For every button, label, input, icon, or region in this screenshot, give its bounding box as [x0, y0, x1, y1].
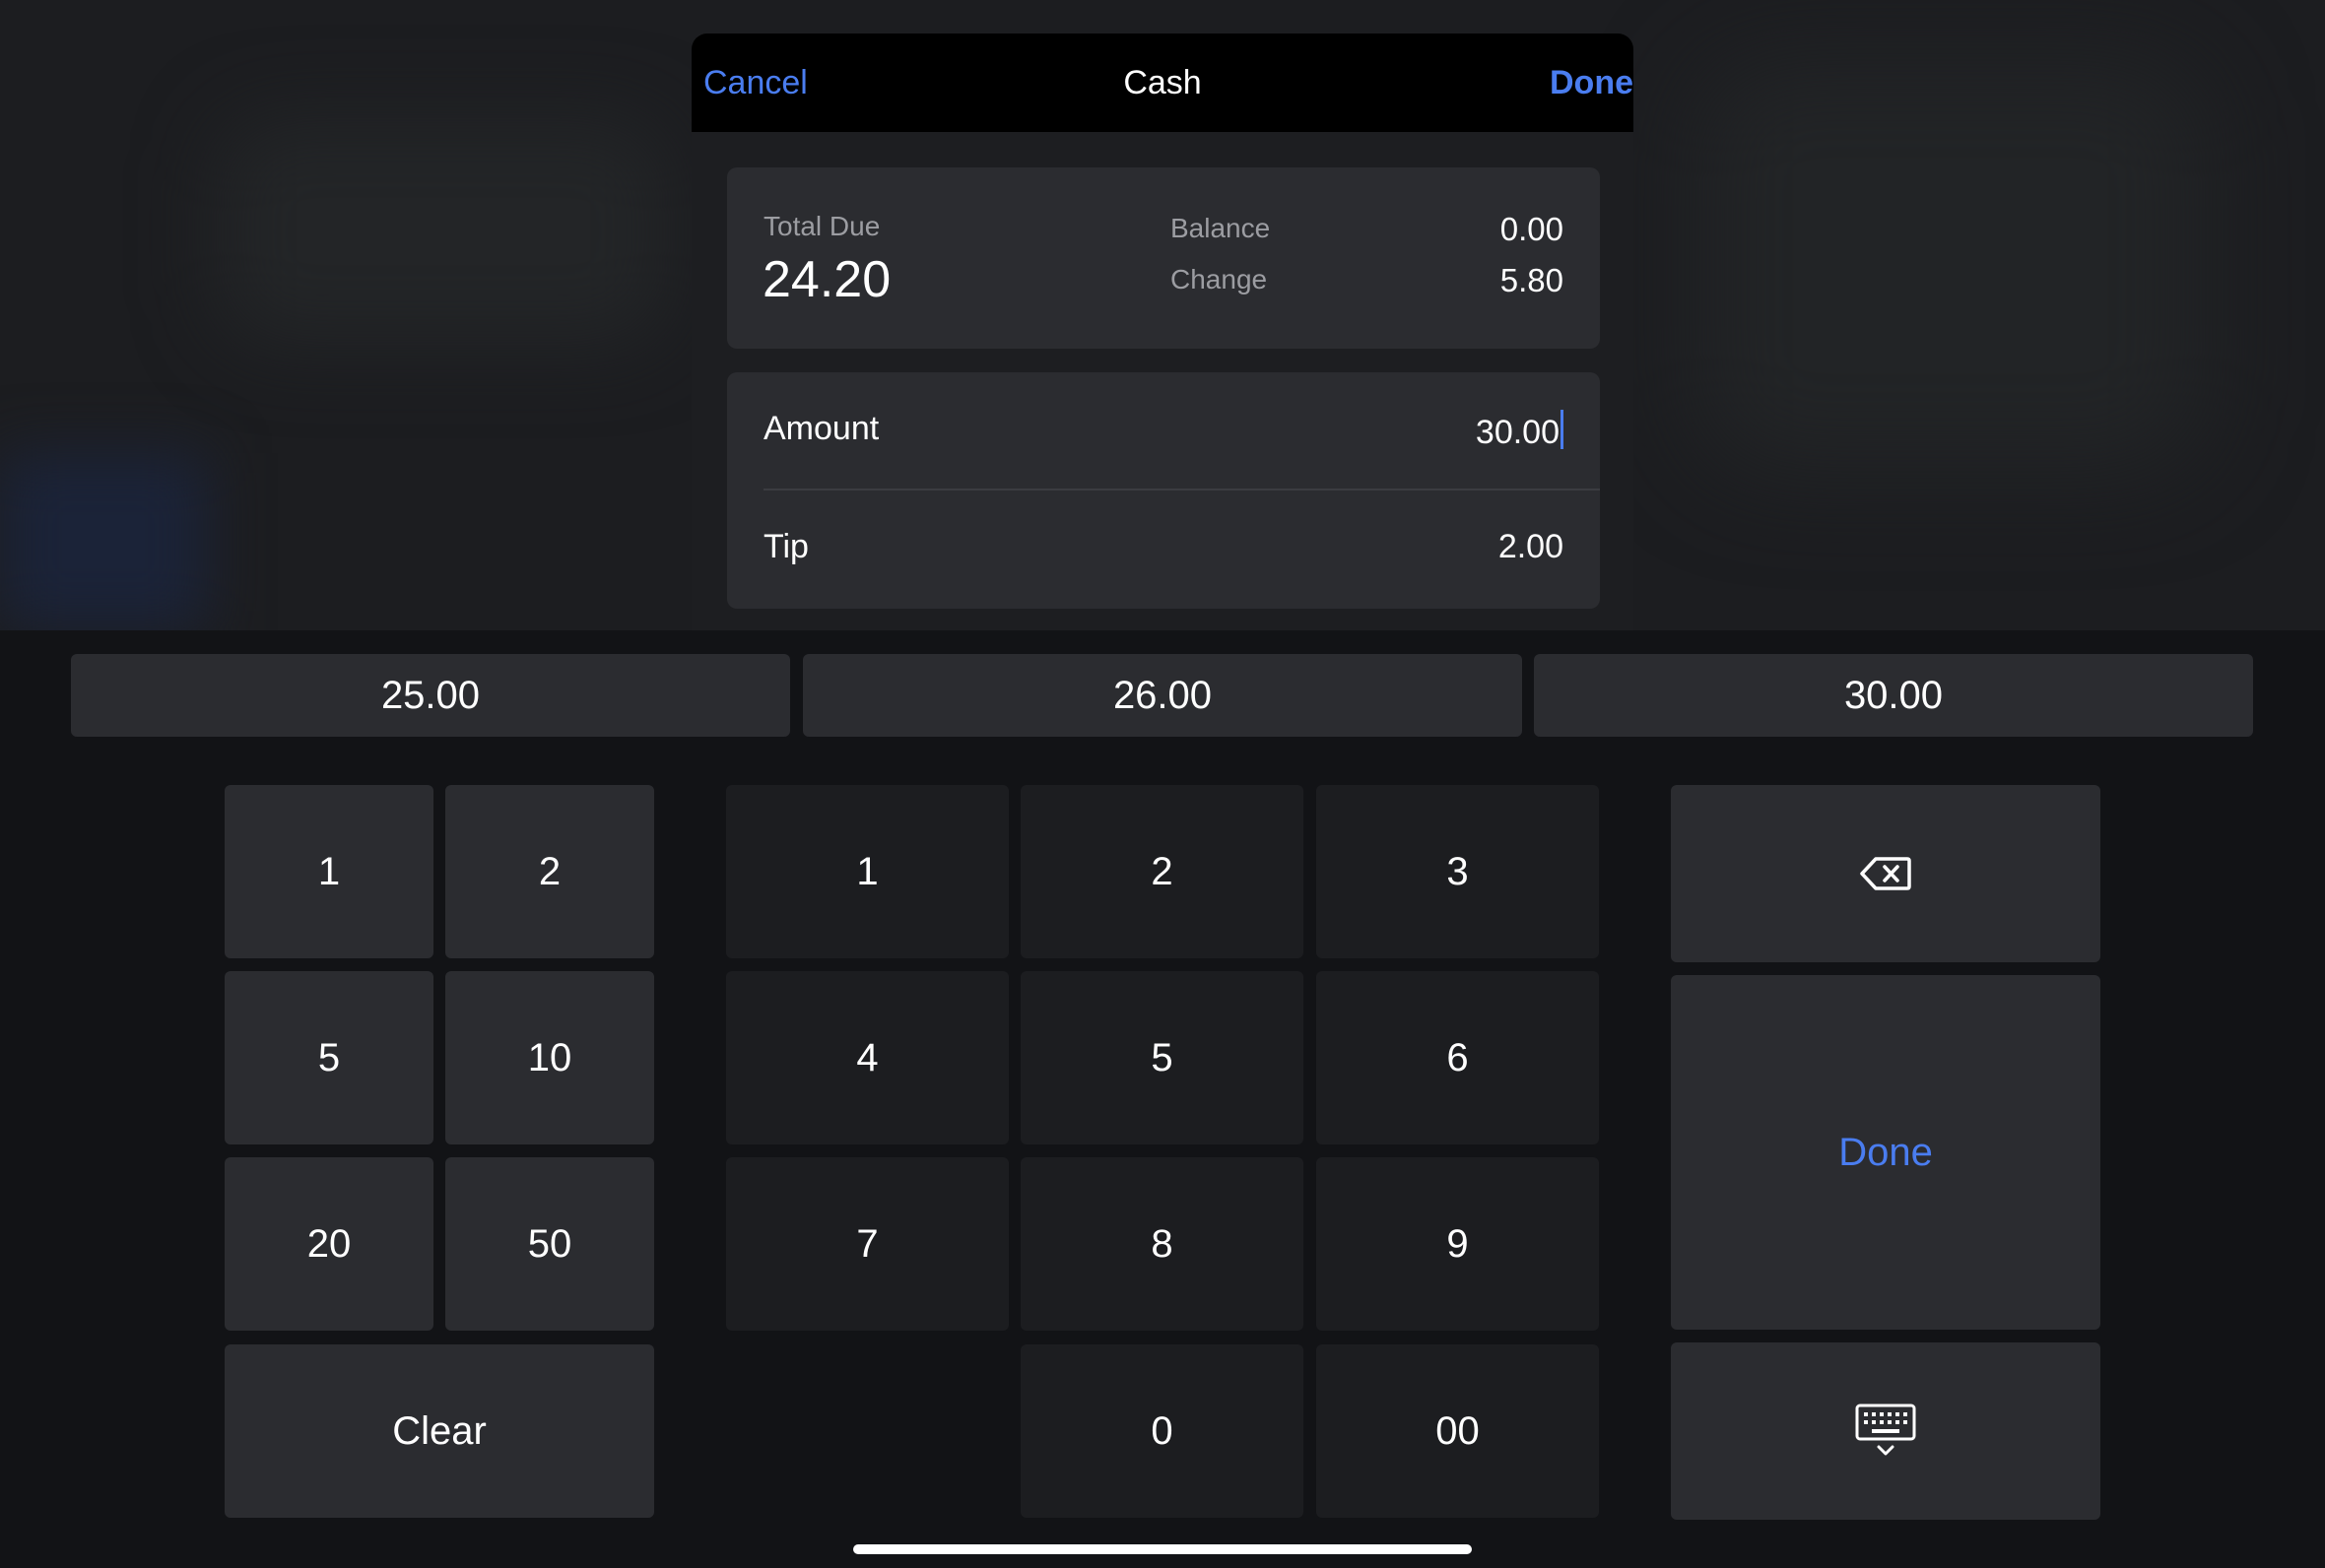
denomination-key-2[interactable]: 2	[445, 785, 654, 958]
background-blur	[0, 453, 207, 630]
text-cursor	[1561, 410, 1563, 449]
balance-label: Balance	[1170, 213, 1271, 243]
tip-field[interactable]: Tip 2.00	[727, 490, 1600, 607]
quick-amount-button[interactable]: 30.00	[1534, 654, 2253, 737]
payment-fields-card: Amount 30.00 Tip 2.00	[727, 372, 1600, 609]
cash-payment-sheet: Cancel Cash Done Total Due 24.20 Balance…	[692, 33, 1633, 630]
keypad-done-key[interactable]: Done	[1671, 975, 2100, 1330]
total-due-label: Total Due	[764, 211, 881, 241]
digit-key-3[interactable]: 3	[1316, 785, 1599, 958]
digit-key-8[interactable]: 8	[1021, 1157, 1303, 1331]
denomination-key-5[interactable]: 5	[225, 971, 433, 1144]
digit-key-0[interactable]: 0	[1021, 1344, 1303, 1518]
total-due-value: 24.20	[763, 251, 892, 308]
amount-field[interactable]: Amount 30.00	[727, 372, 1600, 490]
amount-value: 30.00	[1475, 414, 1560, 451]
digit-key-7[interactable]: 7	[726, 1157, 1009, 1331]
amount-label: Amount	[764, 410, 880, 447]
digit-key-6[interactable]: 6	[1316, 971, 1599, 1144]
quick-amount-button[interactable]: 26.00	[803, 654, 1522, 737]
done-button[interactable]: Done	[1550, 61, 1633, 104]
cash-keypad: 25.00 26.00 30.00 1 2 5 10 20 50 Clear 1…	[0, 630, 2325, 1568]
clear-key[interactable]: Clear	[225, 1344, 654, 1518]
denomination-key-1[interactable]: 1	[225, 785, 433, 958]
home-indicator[interactable]	[853, 1544, 1472, 1554]
denomination-key-20[interactable]: 20	[225, 1157, 433, 1331]
sheet-header: Cancel Cash Done	[692, 33, 1633, 132]
tip-label: Tip	[764, 528, 809, 565]
tip-input[interactable]: 2.00	[1498, 528, 1563, 566]
background-blur	[1694, 59, 2207, 473]
payment-summary-card: Total Due 24.20 Balance 0.00 Change 5.80	[727, 167, 1600, 349]
digit-key-9[interactable]: 9	[1316, 1157, 1599, 1331]
change-label: Change	[1170, 264, 1268, 294]
amount-input[interactable]: 30.00	[1476, 410, 1563, 452]
dismiss-keyboard-key[interactable]	[1671, 1342, 2100, 1520]
sheet-title: Cash	[1123, 64, 1202, 101]
quick-amount-button[interactable]: 25.00	[71, 654, 790, 737]
balance-value: 0.00	[1499, 211, 1563, 247]
keyboard-dismiss-icon	[1855, 1404, 1916, 1456]
digit-key-2[interactable]: 2	[1021, 785, 1303, 958]
background-blur	[217, 118, 670, 345]
change-value: 5.80	[1499, 262, 1563, 298]
delete-left-icon	[1860, 857, 1911, 890]
double-zero-key[interactable]: 00	[1316, 1344, 1599, 1518]
digit-key-5[interactable]: 5	[1021, 971, 1303, 1144]
backspace-key[interactable]	[1671, 785, 2100, 962]
digit-key-4[interactable]: 4	[726, 971, 1009, 1144]
denomination-key-10[interactable]: 10	[445, 971, 654, 1144]
denomination-key-50[interactable]: 50	[445, 1157, 654, 1331]
digit-key-1[interactable]: 1	[726, 785, 1009, 958]
